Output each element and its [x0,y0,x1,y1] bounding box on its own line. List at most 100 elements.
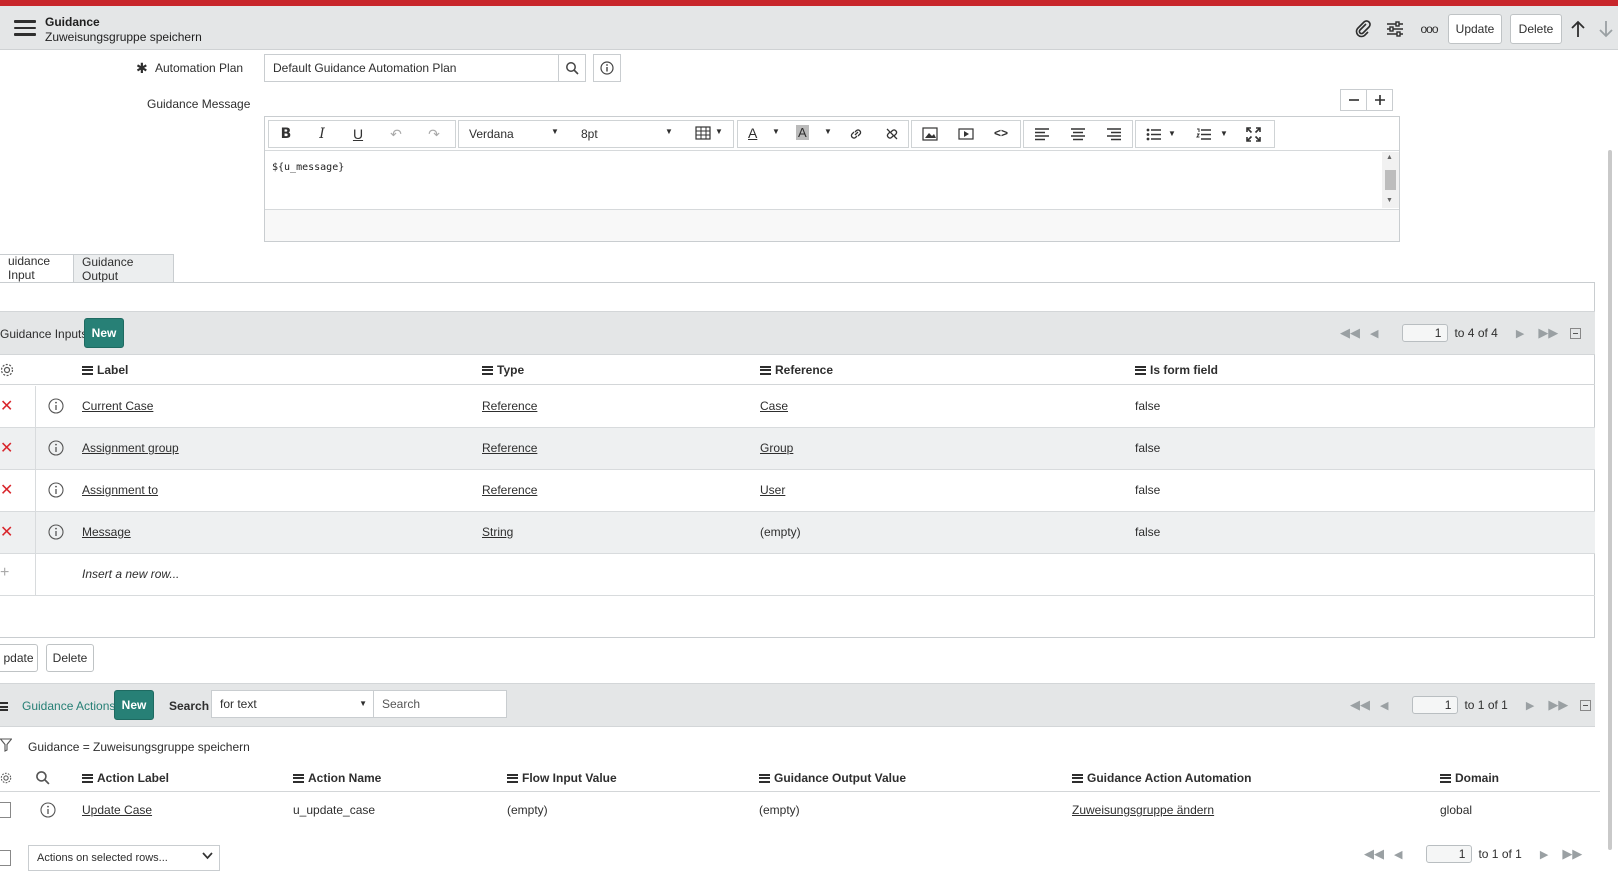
more-options-icon[interactable]: ooo [1416,18,1442,40]
text-color-dropdown-icon[interactable]: ▼ [772,127,780,136]
first-page-icon[interactable]: ◀◀ [1364,846,1384,862]
background-color-dropdown-icon[interactable]: ▼ [824,127,832,136]
page-scrollbar[interactable] [1608,150,1612,850]
column-header-action-name[interactable]: Action Name [293,771,381,785]
fullscreen-icon[interactable] [1246,127,1261,145]
source-code-icon[interactable]: <> [994,126,1008,140]
preview-record-icon[interactable] [593,54,621,82]
row-info-icon[interactable] [48,440,64,459]
table-icon[interactable] [695,126,711,143]
table-dropdown-icon[interactable]: ▼ [715,127,723,136]
cell-automation[interactable]: Zuweisungsgruppe ändern [1072,803,1214,817]
first-page-icon[interactable]: ◀◀ [1340,325,1360,341]
insert-row-text[interactable]: Insert a new row... [82,567,179,581]
underline-icon[interactable]: U [341,121,375,147]
search-columns-icon[interactable] [35,770,50,788]
align-right-icon[interactable] [1106,128,1122,144]
cell-label[interactable]: Message [82,525,131,539]
column-header-output-value[interactable]: Guidance Output Value [759,771,906,785]
page-input[interactable]: 1 [1426,845,1473,863]
list-title[interactable]: Guidance Actions [22,699,115,713]
attachment-icon[interactable] [1352,18,1374,40]
row-info-icon[interactable] [48,482,64,501]
redo-icon[interactable]: ↷ [417,121,451,147]
cell-label[interactable]: Assignment to [82,483,158,497]
row-checkbox[interactable] [0,802,11,818]
unlink-icon[interactable] [884,126,900,145]
column-header-reference[interactable]: Reference [760,363,833,377]
expand-editor-icon[interactable] [1366,89,1393,111]
editor-content[interactable]: ${u_message} [272,162,344,173]
list-settings-icon[interactable] [0,363,14,380]
actions-on-selected-select[interactable]: Actions on selected rows... [28,845,220,871]
table-row[interactable]: ✕ Assignment to Reference User false [0,470,1595,512]
select-all-checkbox[interactable] [0,850,11,866]
update-button[interactable]: Update [1448,14,1502,44]
collapse-list-icon[interactable] [1570,327,1582,339]
undo-icon[interactable]: ↶ [379,121,413,147]
italic-icon[interactable]: I [305,121,339,147]
collapse-list-icon[interactable] [1580,699,1592,711]
column-header-label[interactable]: Label [82,363,128,377]
next-page-icon[interactable]: ▶ [1540,848,1548,861]
bullet-list-dropdown-icon[interactable]: ▼ [1168,129,1176,138]
tab-guidance-input[interactable]: uidance Input [0,254,74,282]
background-color-icon[interactable]: A [796,125,809,140]
column-menu-icon[interactable] [482,365,493,375]
filter-icon[interactable] [0,738,13,755]
automation-plan-field[interactable]: Default Guidance Automation Plan [264,54,559,82]
delete-row-icon[interactable]: ✕ [0,480,13,500]
prev-page-icon[interactable]: ◀ [1380,699,1388,712]
cell-reference[interactable]: Group [760,441,793,455]
update-button-bottom[interactable]: pdate [0,644,38,672]
align-center-icon[interactable] [1070,128,1086,144]
column-header-type[interactable]: Type [482,363,524,377]
column-menu-icon[interactable] [1135,365,1146,375]
video-icon[interactable] [958,127,974,144]
table-row[interactable]: ✕ Current Case Reference Case false [0,386,1595,428]
next-page-icon[interactable]: ▶ [1526,699,1534,712]
previous-record-icon[interactable] [1568,18,1588,40]
filter-breadcrumb[interactable]: Guidance = Zuweisungsgruppe speichern [28,740,250,754]
column-header-flow-input[interactable]: Flow Input Value [507,771,617,785]
bullet-list-icon[interactable] [1146,128,1162,144]
next-page-icon[interactable]: ▶ [1516,327,1524,340]
cell-type[interactable]: Reference [482,399,537,413]
new-action-button[interactable]: New [114,690,154,720]
text-color-icon[interactable]: A [748,125,757,141]
last-page-icon[interactable]: ▶▶ [1562,846,1582,862]
row-info-icon[interactable] [48,524,64,543]
page-input[interactable]: 1 [1412,696,1459,714]
shrink-editor-icon[interactable] [1340,89,1367,111]
font-family-dropdown-icon[interactable]: ▼ [551,127,559,136]
row-info-icon[interactable] [48,398,64,417]
font-family-select[interactable]: Verdana [469,127,514,141]
prev-page-icon[interactable]: ◀ [1370,327,1378,340]
first-page-icon[interactable]: ◀◀ [1350,697,1370,713]
table-row[interactable]: ✕ Message String (empty) false [0,512,1595,554]
cell-type[interactable]: String [482,525,513,539]
column-header-action-label[interactable]: Action Label [82,771,169,785]
bold-icon[interactable]: B [269,121,303,147]
add-row-icon[interactable]: + [0,564,9,582]
delete-row-icon[interactable]: ✕ [0,396,13,416]
insert-row[interactable]: + Insert a new row... [0,554,1595,596]
personalize-form-icon[interactable] [1384,18,1406,40]
image-icon[interactable] [922,127,938,144]
prev-page-icon[interactable]: ◀ [1394,848,1402,861]
row-info-icon[interactable] [40,802,56,821]
numbered-list-icon[interactable] [1196,128,1212,144]
cell-type[interactable]: Reference [482,441,537,455]
table-row[interactable]: Update Case u_update_case (empty) (empty… [0,792,1600,828]
delete-row-icon[interactable]: ✕ [0,522,13,542]
align-left-icon[interactable] [1034,128,1050,144]
editor-scrollbar[interactable]: ▲ ▼ [1382,152,1399,208]
cell-action-label[interactable]: Update Case [82,803,152,817]
new-input-button[interactable]: New [84,318,124,348]
page-input[interactable]: 1 [1402,324,1449,342]
column-header-domain[interactable]: Domain [1440,771,1499,785]
search-input[interactable]: Search [373,690,507,718]
next-record-icon[interactable] [1596,18,1616,40]
delete-button-bottom[interactable]: Delete [46,644,94,672]
column-menu-icon[interactable] [82,365,93,375]
